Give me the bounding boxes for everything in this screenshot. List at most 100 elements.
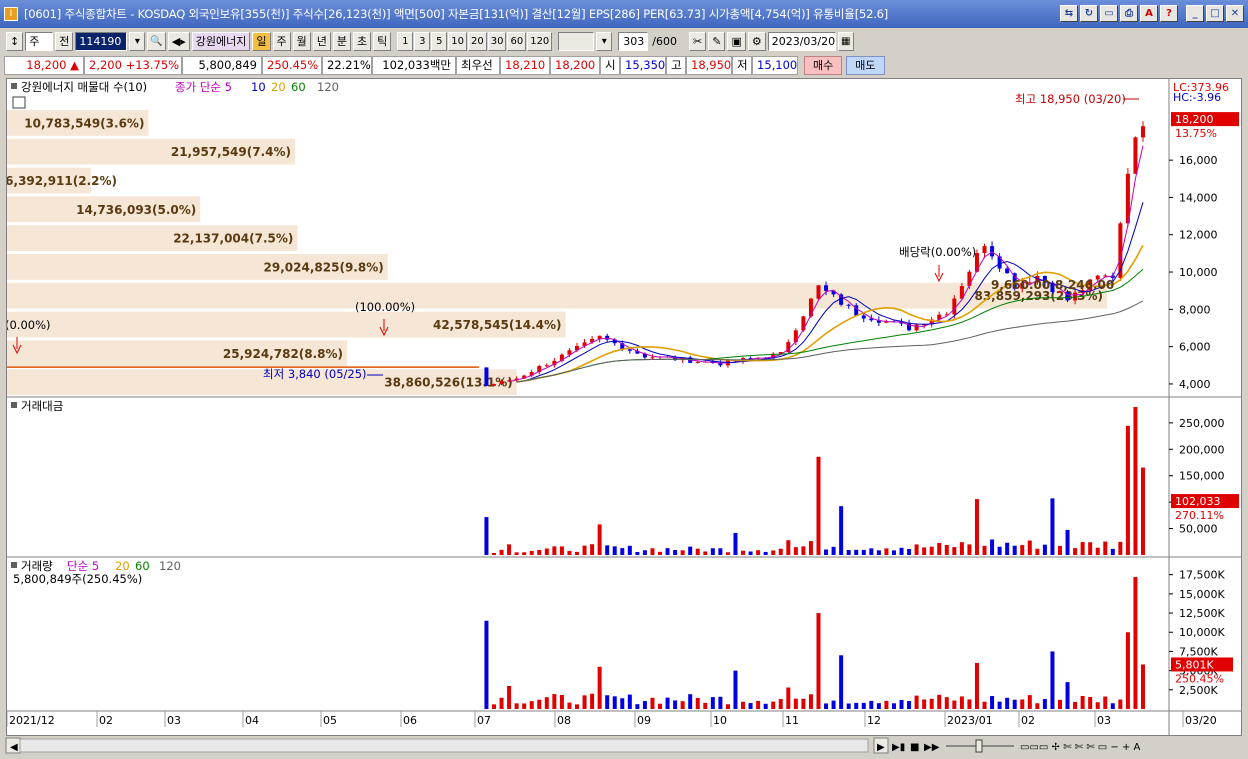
candle-body [1141, 126, 1145, 138]
interval-60[interactable]: 60 [507, 31, 527, 51]
volume-bar [854, 702, 859, 709]
volume-bar [499, 697, 504, 709]
window-controls: ⇆ ↻ ▭ ⎙ A ? _ □ ✕ [1060, 5, 1244, 22]
refresh-icon[interactable]: ↻ [1080, 5, 1098, 22]
window-icon[interactable]: ▭ [1100, 5, 1118, 22]
tab-tick[interactable]: 틱 [373, 31, 392, 51]
interval-3[interactable]: 3 [414, 31, 431, 51]
speaker-icon[interactable]: ◀▸ [167, 31, 190, 51]
interval-buttons: 1 3 5 10 20 30 60 120 [397, 31, 553, 51]
volume-bar [907, 701, 912, 709]
amount-bar [627, 545, 632, 555]
period-select[interactable]: 주 [25, 31, 54, 51]
volume-bar [808, 694, 813, 709]
stock-chart[interactable]: 10,783,549(3.6%) 21,957,549(7.4%) 6,392,91… [7, 79, 1241, 735]
settings-icon[interactable]: ⚙ [747, 31, 766, 51]
volume-profile-label: 29,024,825(9.8%) [264, 260, 384, 274]
volume-bar [665, 697, 670, 709]
amount-bar [1103, 541, 1108, 555]
tab-year[interactable]: 년 [312, 31, 331, 51]
tab-week[interactable]: 주 [272, 31, 291, 51]
panel-marker [11, 83, 17, 89]
tab-minute[interactable]: 분 [332, 31, 352, 51]
amount-bar [748, 551, 753, 555]
amount-bar [741, 550, 746, 555]
interval-dropdown-icon[interactable]: ▾ [596, 31, 613, 51]
volume-bar [982, 701, 987, 709]
volume-bar [876, 703, 881, 709]
tab-second[interactable]: 초 [353, 31, 372, 51]
y-tick-label: 15,000K [1179, 588, 1225, 601]
tab-day[interactable]: 일 [252, 31, 271, 51]
amount-bar [1125, 425, 1130, 555]
volume-profile-label: 21,957,549(7.4%) [171, 145, 291, 159]
calendar-icon[interactable]: ▦ [837, 31, 854, 51]
ask-price: 18,210 [500, 55, 550, 75]
buy-button[interactable]: 매수 [804, 55, 843, 75]
y-tick-label: 12,500K [1179, 607, 1225, 620]
count-input[interactable]: 303 [618, 31, 649, 51]
y-tick-label: 12,000 [1179, 229, 1218, 242]
close-button[interactable]: ✕ [1226, 5, 1244, 22]
turnover: 22.21% [322, 55, 372, 75]
interval-20[interactable]: 20 [468, 31, 487, 51]
date-input[interactable]: 2023/03/20 [767, 31, 836, 51]
tab-month[interactable]: 월 [292, 31, 311, 51]
help-icon[interactable]: ? [1160, 5, 1178, 22]
interval-30[interactable]: 30 [487, 31, 507, 51]
y-tick-label: 150,000 [1179, 470, 1225, 483]
fast-forward-icon[interactable]: ▶▶ [924, 742, 940, 753]
x-tick-label: 07 [477, 714, 491, 727]
y-tick-label: 50,000 [1179, 523, 1218, 536]
stock-code-input[interactable]: 114190 [75, 31, 128, 51]
chart-tools-icon[interactable]: ✂ [689, 31, 707, 51]
interval-5[interactable]: 5 [431, 31, 448, 51]
candle-body [793, 330, 798, 343]
scissors-icon[interactable]: ✎ [708, 31, 726, 51]
stock-name[interactable]: 강원에너지 [191, 31, 251, 51]
amount-bar [922, 547, 927, 555]
zoom-slider[interactable] [975, 739, 983, 753]
volume-ma-title: 단순 5 [67, 559, 99, 573]
font-icon[interactable]: A [1140, 5, 1158, 22]
amount-bar [786, 540, 791, 555]
pin-icon[interactable]: ↕ [6, 31, 24, 51]
volume-bar [1141, 664, 1145, 709]
scroll-track[interactable] [19, 738, 869, 753]
x-tick-label: 03/20 [1185, 714, 1217, 727]
interval-1[interactable]: 1 [397, 31, 414, 51]
maximize-button[interactable]: □ [1206, 5, 1224, 22]
volume-bar [1133, 576, 1138, 709]
search-icon[interactable]: 🔍 [147, 31, 166, 51]
low-label: 저 [732, 55, 752, 75]
amount-bar [884, 548, 889, 555]
interval-input[interactable] [558, 31, 595, 51]
dropdown-icon[interactable]: ▾ [129, 31, 146, 51]
interval-10[interactable]: 10 [448, 31, 467, 51]
link-icon[interactable]: ⇆ [1060, 5, 1078, 22]
print-icon[interactable]: ⎙ [1120, 5, 1138, 22]
sell-button[interactable]: 매도 [846, 55, 885, 75]
interval-120[interactable]: 120 [527, 31, 553, 51]
layout-icon[interactable]: ▭▭▭ ✢ ✄ ✄ ✄ ▭ − + A [1020, 742, 1140, 753]
save-icon[interactable]: ▣ [727, 31, 746, 51]
price-change: 2,200 +13.75% [84, 55, 182, 75]
prev-button[interactable]: 전 [55, 31, 74, 51]
rewind-icon[interactable]: ▶▮ [892, 742, 905, 753]
amount-bar [756, 550, 761, 555]
volume-bar [959, 696, 964, 709]
x-tick-label: 10 [713, 714, 727, 727]
volume-bar [612, 696, 617, 709]
minimize-button[interactable]: _ [1186, 5, 1204, 22]
count-max: /600 [652, 34, 677, 48]
amount-bar [876, 550, 881, 555]
volume-bar [786, 687, 791, 709]
ma-period: 60 [291, 80, 306, 94]
stop-icon[interactable]: ■ [910, 742, 919, 753]
volume-current-label: 5,801K [1175, 658, 1214, 671]
candle-body [1133, 137, 1138, 174]
trade-amount: 102,033백만 [372, 55, 456, 75]
chart-area[interactable]: 10,783,549(3.6%) 21,957,549(7.4%) 6,392,91… [6, 78, 1242, 736]
amount-bar [688, 546, 693, 555]
volume-profile-label: 25,924,782(8.8%) [223, 347, 343, 361]
